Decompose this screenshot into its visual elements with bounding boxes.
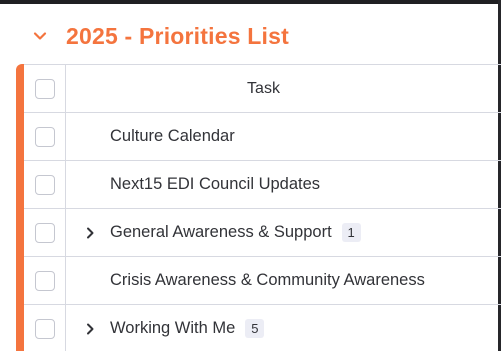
table-row[interactable]: Crisis Awareness & Community Awareness <box>24 257 501 305</box>
board-view: 2025 - Priorities List Task Culture Cale… <box>0 0 501 351</box>
row-checkbox[interactable] <box>34 222 55 243</box>
select-all-checkbox[interactable] <box>34 78 55 99</box>
group-color-bar <box>16 64 24 351</box>
table-row[interactable]: Next15 EDI Council Updates <box>24 161 501 209</box>
task-cell[interactable]: Crisis Awareness & Community Awareness <box>66 257 501 304</box>
table-row[interactable]: General Awareness & Support 1 <box>24 209 501 257</box>
row-checkbox[interactable] <box>34 126 55 147</box>
row-checkbox[interactable] <box>34 318 55 339</box>
subitem-count-badge[interactable]: 1 <box>341 223 361 242</box>
chevron-right-icon[interactable] <box>80 319 100 339</box>
subitem-count-badge[interactable]: 5 <box>245 319 265 338</box>
task-label: Working With Me <box>110 319 236 337</box>
task-cell[interactable]: Culture Calendar <box>66 113 501 160</box>
task-label: Culture Calendar <box>110 127 235 145</box>
row-check-cell <box>24 209 66 256</box>
task-table: Task Culture Calendar Next15 EDI Council… <box>24 64 501 351</box>
row-check-cell <box>24 161 66 208</box>
group-header: 2025 - Priorities List <box>30 18 289 54</box>
table-header-row: Task <box>24 65 501 113</box>
row-check-cell <box>24 257 66 304</box>
top-edge <box>0 0 501 4</box>
task-label: Next15 EDI Council Updates <box>110 175 321 193</box>
row-checkbox[interactable] <box>34 270 55 291</box>
table-row[interactable]: Culture Calendar <box>24 113 501 161</box>
column-header-task[interactable]: Task <box>66 65 501 112</box>
chevron-down-icon[interactable] <box>30 26 50 46</box>
row-check-cell <box>24 305 66 351</box>
row-checkbox[interactable] <box>34 174 55 195</box>
task-label: General Awareness & Support <box>110 223 332 241</box>
select-all-cell <box>24 65 66 112</box>
task-cell[interactable]: Working With Me 5 <box>66 305 501 351</box>
group-title[interactable]: 2025 - Priorities List <box>66 23 289 50</box>
task-cell[interactable]: Next15 EDI Council Updates <box>66 161 501 208</box>
task-cell[interactable]: General Awareness & Support 1 <box>66 209 501 256</box>
table-row[interactable]: Working With Me 5 <box>24 305 501 351</box>
row-check-cell <box>24 113 66 160</box>
task-label: Crisis Awareness & Community Awareness <box>110 271 425 289</box>
chevron-right-icon[interactable] <box>80 223 100 243</box>
